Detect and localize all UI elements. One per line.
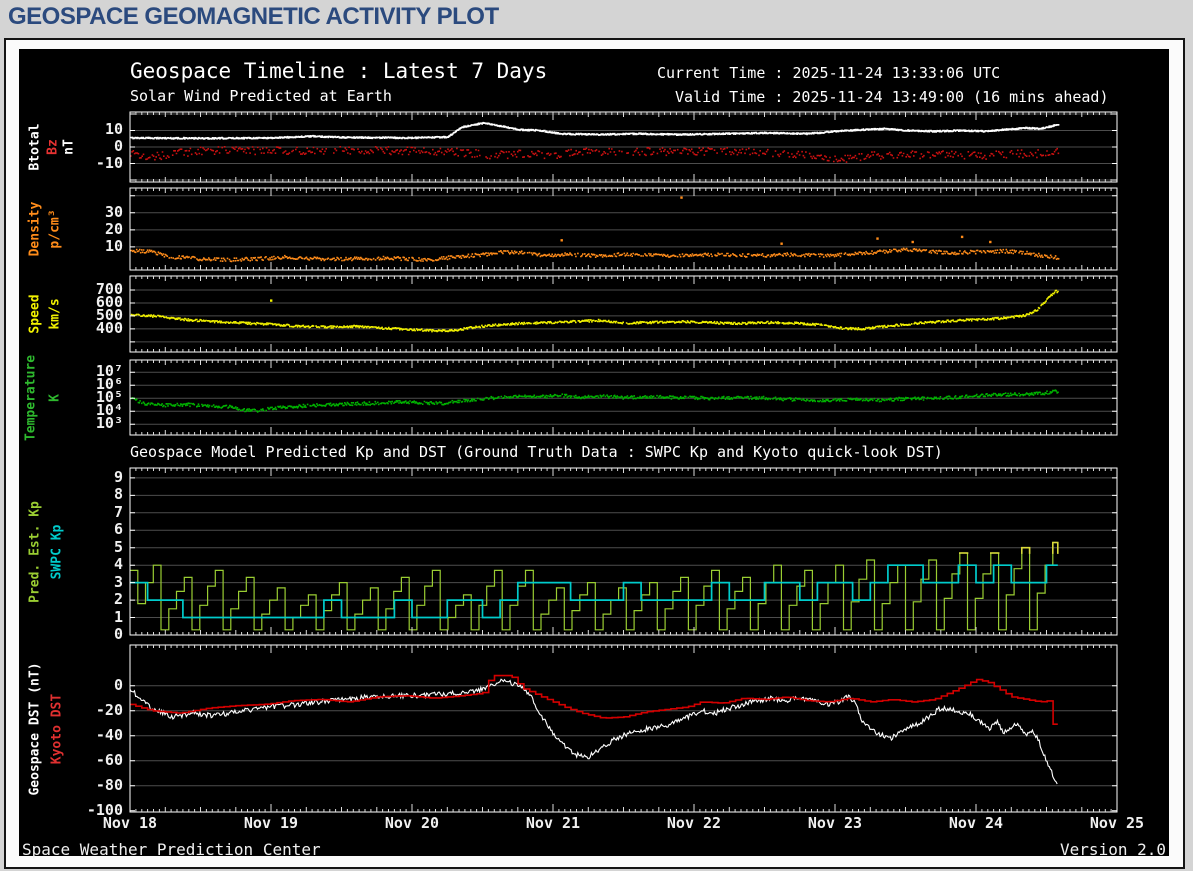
x-tick-label: Nov 25 xyxy=(1089,814,1145,832)
valid-time-label: Valid Time : 2025-11-24 13:49:00 (16 min… xyxy=(675,88,1109,106)
y-tick-label: 30 xyxy=(104,202,123,221)
axis-label: nT xyxy=(61,139,77,155)
axis-label: Geospace DST (nT) xyxy=(27,661,43,796)
y-tick-label: -80 xyxy=(95,775,123,794)
y-tick-label: 10 xyxy=(104,236,123,255)
y-tick-label: 0 xyxy=(113,137,123,155)
y-tick-label: 5 xyxy=(113,537,123,556)
plot-frame: Geospace Timeline : Latest 7 Days Curren… xyxy=(4,38,1185,869)
y-tick-label: 2 xyxy=(113,590,123,609)
axis-label: SWPC Kp xyxy=(49,524,65,579)
axis-label: Density xyxy=(27,201,43,257)
axis-label: Bz xyxy=(45,139,61,155)
y-tick-label: 0 xyxy=(113,675,123,694)
x-tick-label: Nov 20 xyxy=(384,814,440,832)
footer-version-label: Version 2.0 xyxy=(1060,840,1166,859)
x-tick-label: Nov 24 xyxy=(948,814,1004,832)
x-tick-label: Nov 19 xyxy=(243,814,299,832)
x-tick-label: Nov 18 xyxy=(102,814,158,832)
page-title: GEOSPACE GEOMAGNETIC ACTIVITY PLOT xyxy=(8,3,499,30)
axis-label: Pred. Est. Kp xyxy=(27,500,43,603)
y-tick-label: 7 xyxy=(113,502,123,521)
y-tick-label: 1 xyxy=(113,607,123,626)
y-tick-label: 0 xyxy=(113,625,123,643)
solar-wind-subtitle: Solar Wind Predicted at Earth xyxy=(130,87,392,105)
x-tick-label: Nov 21 xyxy=(525,814,581,832)
axis-label: K xyxy=(47,393,63,402)
geospace-activity-page: GEOSPACE GEOMAGNETIC ACTIVITY PLOT Geosp… xyxy=(0,0,1193,871)
axis-label: Btotal xyxy=(27,123,43,171)
y-tick-label: 8 xyxy=(113,485,123,504)
footer-source-label: Space Weather Prediction Center xyxy=(22,840,321,859)
x-tick-label: Nov 23 xyxy=(807,814,863,832)
axis-label: p/cm³ xyxy=(47,209,63,249)
axis-label: Speed xyxy=(27,294,43,334)
axis-label: Kyoto DST xyxy=(49,693,65,764)
y-tick-label: 9 xyxy=(113,467,123,486)
x-tick-label: Nov 22 xyxy=(666,814,722,832)
axis-label: km/s xyxy=(47,298,63,330)
current-time-label: Current Time : 2025-11-24 13:33:06 UTC xyxy=(657,64,1001,82)
kp-dst-subtitle: Geospace Model Predicted Kp and DST (Gro… xyxy=(130,443,943,461)
y-tick-label: 20 xyxy=(104,219,123,238)
axis-label: Temperature xyxy=(23,354,39,441)
y-tick-label: 10 xyxy=(104,120,123,139)
y-tick-label: 4 xyxy=(113,555,123,574)
y-tick-label: 10³ xyxy=(95,414,123,433)
y-tick-label: -40 xyxy=(95,725,123,744)
y-tick-label: 400 xyxy=(95,318,123,337)
y-tick-label: -60 xyxy=(95,750,123,769)
y-tick-label: 3 xyxy=(113,572,123,591)
plot-title: Geospace Timeline : Latest 7 Days xyxy=(130,59,548,83)
y-tick-label: -10 xyxy=(95,153,123,172)
y-tick-label: -20 xyxy=(95,700,123,719)
plot-canvas: Geospace Timeline : Latest 7 Days Curren… xyxy=(19,49,1169,859)
y-tick-label: 6 xyxy=(113,520,123,539)
